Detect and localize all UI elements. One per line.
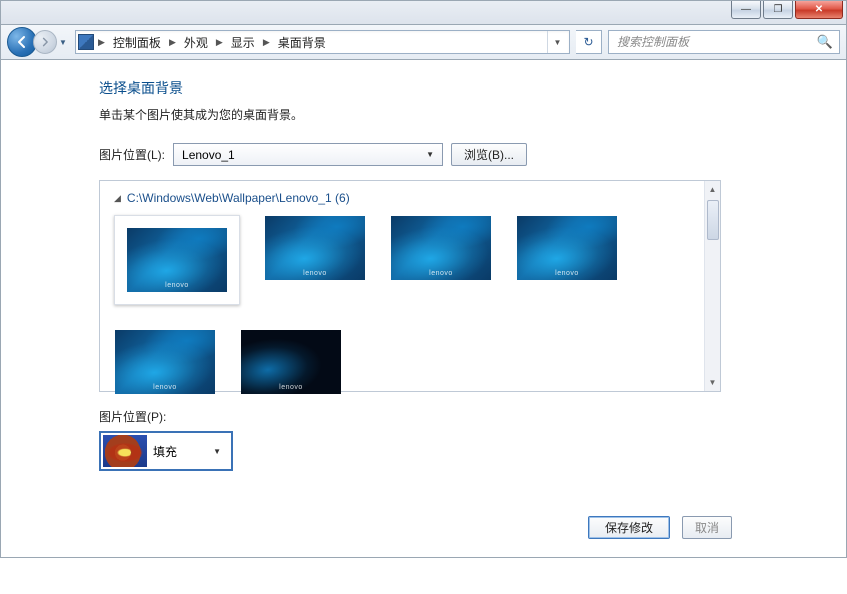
gallery-scrollbar[interactable]: ▲ ▼ — [704, 181, 720, 391]
close-icon: ✕ — [815, 4, 823, 15]
picture-position-combo[interactable]: 填充 ▼ — [99, 431, 233, 471]
scroll-up-icon[interactable]: ▲ — [709, 181, 717, 198]
picture-position-value: 填充 — [153, 443, 177, 460]
browse-button-label: 浏览(B)... — [464, 146, 514, 163]
chevron-right-icon: ▶ — [214, 37, 225, 48]
crumb-desktop-background[interactable]: 桌面背景 — [274, 34, 330, 51]
chevron-right-icon: ▶ — [167, 37, 178, 48]
chevron-right-icon: ▶ — [261, 37, 272, 48]
arrow-right-icon — [40, 37, 50, 47]
wallpaper-thumb-list: lenovo lenovo lenovo lenovo lenovo lenov… — [114, 215, 698, 395]
page-subtext: 单击某个图片使其成为您的桌面背景。 — [99, 106, 846, 123]
refresh-button[interactable]: ↻ — [576, 30, 602, 54]
dialog-buttons: 保存修改 取消 — [588, 516, 732, 539]
wallpaper-thumb[interactable]: lenovo — [516, 215, 618, 305]
wallpaper-group-header[interactable]: ◢ C:\Windows\Web\Wallpaper\Lenovo_1 (6) — [114, 191, 698, 205]
search-input[interactable] — [615, 34, 817, 50]
wallpaper-brand-label: lenovo — [429, 270, 453, 277]
picture-location-label: 图片位置(L): — [99, 146, 165, 163]
picture-location-row: 图片位置(L): Lenovo_1 ▼ 浏览(B)... — [99, 143, 846, 166]
save-changes-label: 保存修改 — [605, 519, 653, 536]
collapse-toggle-icon[interactable]: ◢ — [114, 193, 121, 204]
content-pane: 选择桌面背景 单击某个图片使其成为您的桌面背景。 图片位置(L): Lenovo… — [0, 60, 847, 558]
wallpaper-thumb-selected[interactable]: lenovo — [114, 215, 240, 305]
browse-button[interactable]: 浏览(B)... — [451, 143, 527, 166]
forward-button[interactable] — [33, 30, 57, 54]
crumb-display[interactable]: 显示 — [227, 34, 259, 51]
scrollbar-thumb[interactable] — [707, 200, 719, 240]
explorer-toolbar: ▼ ▶ 控制面板 ▶ 外观 ▶ 显示 ▶ 桌面背景 ▼ ↻ 🔍 — [0, 24, 847, 60]
close-button[interactable]: ✕ — [795, 1, 843, 19]
picture-location-combo[interactable]: Lenovo_1 ▼ — [173, 143, 443, 166]
chevron-right-icon: ▶ — [96, 37, 107, 48]
wallpaper-thumb[interactable]: lenovo — [390, 215, 492, 305]
breadcrumb[interactable]: ▶ 控制面板 ▶ 外观 ▶ 显示 ▶ 桌面背景 ▼ — [75, 30, 570, 54]
wallpaper-group-path: C:\Windows\Web\Wallpaper\Lenovo_1 (6) — [127, 191, 350, 205]
minimize-icon: — — [741, 4, 751, 15]
wallpaper-brand-label: lenovo — [279, 384, 303, 391]
maximize-icon: ❐ — [774, 4, 783, 15]
maximize-button[interactable]: ❐ — [763, 1, 793, 19]
window-controls: — ❐ ✕ — [731, 1, 843, 19]
page-heading: 选择桌面背景 — [99, 78, 846, 98]
search-icon: 🔍 — [817, 34, 833, 50]
save-changes-button[interactable]: 保存修改 — [588, 516, 670, 539]
picture-position-label: 图片位置(P): — [99, 408, 846, 425]
wallpaper-thumb[interactable]: lenovo — [114, 329, 216, 395]
breadcrumb-dropdown[interactable]: ▼ — [547, 31, 567, 53]
minimize-button[interactable]: — — [731, 1, 761, 19]
wallpaper-gallery: ◢ C:\Windows\Web\Wallpaper\Lenovo_1 (6) … — [99, 180, 721, 392]
wallpaper-brand-label: lenovo — [153, 384, 177, 391]
window-titlebar: — ❐ ✕ — [0, 0, 847, 24]
nav-buttons: ▼ — [7, 27, 69, 57]
wallpaper-thumb[interactable]: lenovo — [264, 215, 366, 305]
crumb-control-panel[interactable]: 控制面板 — [109, 34, 165, 51]
nav-history-dropdown[interactable]: ▼ — [57, 32, 69, 52]
wallpaper-thumb[interactable]: lenovo — [240, 329, 342, 395]
refresh-icon: ↻ — [583, 35, 593, 49]
cancel-button[interactable]: 取消 — [682, 516, 732, 539]
position-preview-icon — [103, 435, 147, 467]
scroll-down-icon[interactable]: ▼ — [709, 374, 717, 391]
search-box[interactable]: 🔍 — [608, 30, 840, 54]
chevron-down-icon: ▼ — [422, 150, 438, 159]
wallpaper-brand-label: lenovo — [555, 270, 579, 277]
picture-location-value: Lenovo_1 — [182, 148, 235, 162]
arrow-left-icon — [15, 35, 29, 49]
wallpaper-brand-label: lenovo — [165, 282, 189, 289]
control-panel-icon — [78, 34, 94, 50]
cancel-label: 取消 — [695, 519, 719, 536]
wallpaper-brand-label: lenovo — [303, 270, 327, 277]
crumb-appearance[interactable]: 外观 — [180, 34, 212, 51]
chevron-down-icon: ▼ — [209, 447, 225, 456]
